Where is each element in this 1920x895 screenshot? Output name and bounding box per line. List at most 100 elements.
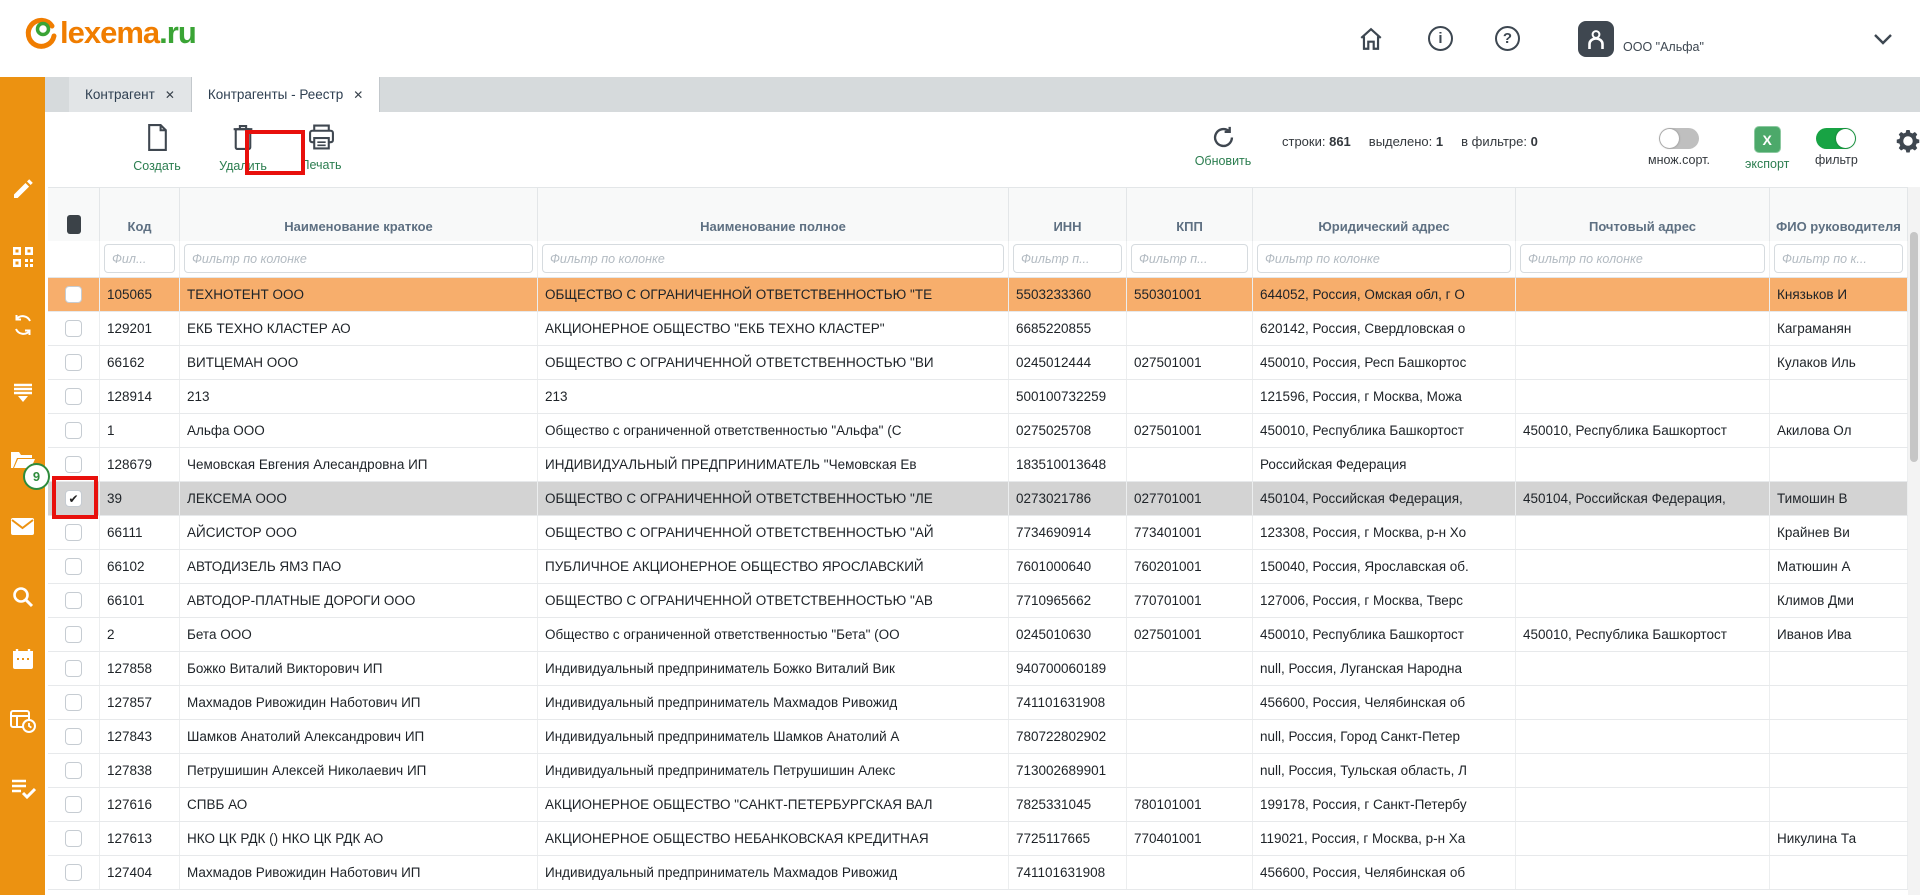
sidebar-item-checklist[interactable] (0, 777, 45, 804)
row-checkbox[interactable] (65, 762, 82, 779)
filter-input-code[interactable] (104, 244, 175, 273)
column-header-code[interactable]: Код (100, 188, 180, 241)
cell-head_name: Никулина Та (1770, 822, 1908, 855)
table-row[interactable]: 127858Божко Виталий Викторович ИПИндивид… (48, 652, 1908, 686)
table-row[interactable]: 2Бета ООООбщество с ограниченной ответст… (48, 618, 1908, 652)
cell-postal_address (1516, 686, 1770, 719)
table-row[interactable]: 66111АЙСИСТОР ООООБЩЕСТВО С ОГРАНИЧЕННОЙ… (48, 516, 1908, 550)
row-checkbox[interactable] (65, 524, 82, 541)
table-row[interactable]: 127404Махмадов Ривожидин Наботович ИПИнд… (48, 856, 1908, 890)
row-checkbox[interactable] (65, 592, 82, 609)
table-row[interactable]: 127838Петрушишин Алексей Николаевич ИПИн… (48, 754, 1908, 788)
create-button[interactable]: Создать (124, 124, 190, 173)
column-header-full_name[interactable]: Наименование полное (538, 188, 1009, 241)
filter-input-short_name[interactable] (184, 244, 533, 273)
row-checkbox[interactable] (65, 320, 82, 337)
settings-button[interactable] (1893, 126, 1920, 161)
sidebar-item-report-clock[interactable] (0, 709, 45, 738)
table-row[interactable]: 66101АВТОДОР-ПЛАТНЫЕ ДОРОГИ ООООБЩЕСТВО … (48, 584, 1908, 618)
row-checkbox[interactable] (65, 796, 82, 813)
sidebar-item-pencil[interactable] (0, 177, 45, 206)
top-header: lexema.ru i ? ООО "Альфа" (0, 0, 1920, 77)
sidebar-item-export-tray[interactable] (0, 381, 45, 410)
cell-postal_address (1516, 788, 1770, 821)
help-button[interactable]: ? (1495, 0, 1520, 77)
cell-inn: 7601000640 (1009, 550, 1127, 583)
cell-kpp (1127, 312, 1253, 345)
tab-close-icon[interactable]: ✕ (353, 88, 363, 102)
filter-cell-checkbox (48, 241, 100, 277)
filter-input-kpp[interactable] (1131, 244, 1248, 273)
column-header-head_name[interactable]: ФИО руководителя (1770, 188, 1908, 241)
sidebar-item-qr-code[interactable] (0, 245, 45, 274)
table-row[interactable]: 127843Шамков Анатолий Александрович ИПИн… (48, 720, 1908, 754)
user-menu[interactable]: ООО "Альфа" (1578, 0, 1704, 77)
row-checkbox[interactable] (65, 864, 82, 881)
column-header-short_name[interactable]: Наименование краткое (180, 188, 538, 241)
table-row[interactable]: 129201ЕКБ ТЕХНО КЛАСТЕР АОАКЦИОНЕРНОЕ ОБ… (48, 312, 1908, 346)
home-button[interactable] (1358, 0, 1384, 77)
row-checkbox[interactable] (65, 456, 82, 473)
toolbar: Создать Удалить Печать Обновить строки: … (45, 112, 1920, 187)
row-checkbox[interactable] (65, 388, 82, 405)
row-checkbox[interactable] (65, 286, 82, 303)
row-checkbox[interactable] (65, 830, 82, 847)
sidebar-item-search[interactable] (0, 585, 45, 614)
filter-input-head_name[interactable] (1774, 244, 1903, 273)
table-row[interactable]: 127857Махмадов Ривожидин Наботович ИПИнд… (48, 686, 1908, 720)
filter-input-full_name[interactable] (542, 244, 1004, 273)
cell-short_name: ЛЕКСЕМА ООО (180, 482, 538, 515)
sidebar-item-mail[interactable] (0, 517, 45, 541)
select-all-checkbox[interactable] (67, 215, 81, 234)
table-row[interactable]: 128914213213500100732259121596, Россия, … (48, 380, 1908, 414)
table-row[interactable]: 105065ТЕХНОТЕНТ ООООБЩЕСТВО С ОГРАНИЧЕНН… (48, 278, 1908, 312)
column-header-postal_address[interactable]: Почтовый адрес (1516, 188, 1770, 241)
table-row[interactable]: 128679Чемовская Евгения Алесандровна ИПИ… (48, 448, 1908, 482)
row-checkbox[interactable] (65, 626, 82, 643)
table-row[interactable]: 127613НКО ЦК РДК () НКО ЦК РДК АОАКЦИОНЕ… (48, 822, 1908, 856)
row-checkbox[interactable] (65, 354, 82, 371)
row-checkbox-cell (48, 278, 100, 311)
filter-input-postal_address[interactable] (1520, 244, 1765, 273)
sidebar-item-calendar[interactable] (0, 647, 45, 676)
row-checkbox[interactable] (65, 694, 82, 711)
multisort-label: множ.сорт. (1648, 153, 1710, 167)
tab-close-icon[interactable]: ✕ (165, 88, 175, 102)
cell-short_name: 213 (180, 380, 538, 413)
table-row[interactable]: 127616СПВБ АОАКЦИОНЕРНОЕ ОБЩЕСТВО "САНКТ… (48, 788, 1908, 822)
filter-toggle-group: фильтр (1815, 128, 1858, 167)
table-row[interactable]: ✔39ЛЕКСЕМА ООООБЩЕСТВО С ОГРАНИЧЕННОЙ ОТ… (48, 482, 1908, 516)
table-row[interactable]: 66162ВИТЦЕМАН ООООБЩЕСТВО С ОГРАНИЧЕННОЙ… (48, 346, 1908, 380)
column-header-inn[interactable]: ИНН (1009, 188, 1127, 241)
cell-kpp (1127, 856, 1253, 889)
sidebar-item-sync[interactable] (0, 313, 45, 342)
cell-kpp (1127, 720, 1253, 753)
scrollbar-thumb[interactable] (1910, 232, 1918, 462)
filter-toggle[interactable] (1816, 128, 1856, 149)
cell-code: 127857 (100, 686, 180, 719)
row-checkbox[interactable] (65, 422, 82, 439)
select-all-header[interactable] (48, 188, 100, 241)
column-header-legal_address[interactable]: Юридический адрес (1253, 188, 1516, 241)
tab-1[interactable]: Контрагент ✕ (69, 77, 192, 112)
refresh-button[interactable]: Обновить (1190, 124, 1256, 168)
table-row[interactable]: 66102АВТОДИЗЕЛЬ ЯМЗ ПАОПУБЛИЧНОЕ АКЦИОНЕ… (48, 550, 1908, 584)
export-tray-icon (11, 381, 35, 410)
column-header-kpp[interactable]: КПП (1127, 188, 1253, 241)
multisort-toggle[interactable] (1659, 128, 1699, 149)
vertical-scrollbar[interactable] (1908, 187, 1920, 895)
row-checkbox[interactable] (65, 660, 82, 677)
tab-2[interactable]: Контрагенты - Реестр ✕ (192, 77, 380, 112)
lexema-logo[interactable]: lexema.ru (22, 14, 196, 52)
cell-kpp (1127, 754, 1253, 787)
cell-inn: 7710965662 (1009, 584, 1127, 617)
filter-input-legal_address[interactable] (1257, 244, 1511, 273)
filter-input-inn[interactable] (1013, 244, 1122, 273)
header-collapse[interactable] (1872, 0, 1894, 77)
table-row[interactable]: 1Альфа ООООбщество с ограниченной ответс… (48, 414, 1908, 448)
cell-code: 66102 (100, 550, 180, 583)
info-button[interactable]: i (1428, 0, 1453, 77)
row-checkbox[interactable] (65, 558, 82, 575)
excel-export-icon[interactable]: X (1754, 126, 1781, 153)
row-checkbox[interactable] (65, 728, 82, 745)
